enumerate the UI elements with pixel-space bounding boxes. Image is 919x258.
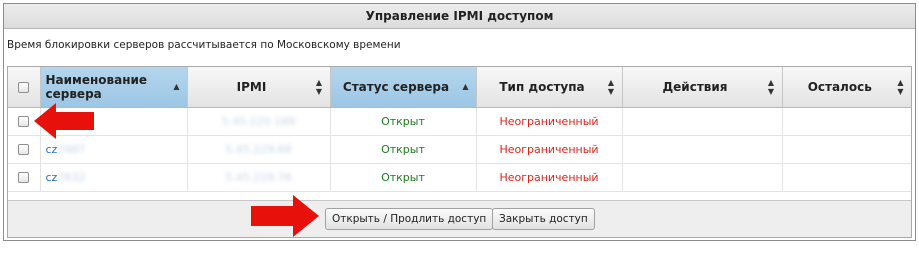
- column-header-ipmi[interactable]: IPMI ▲▼: [187, 67, 331, 108]
- server-name-cell[interactable]: cz7832: [40, 163, 188, 192]
- sort-icon: ▲▼: [766, 77, 776, 96]
- sort-asc-icon: ▲: [462, 81, 469, 91]
- select-all-checkbox[interactable]: [18, 81, 30, 93]
- column-header-server-name[interactable]: Наименование сервера ▲: [40, 67, 188, 108]
- server-name-cell[interactable]: cz7487: [40, 135, 188, 164]
- table-footer: Открыть / Продлить доступ Закрыть доступ: [8, 200, 911, 237]
- remaining-cell: [782, 135, 911, 164]
- sort-icon: ▲▼: [606, 77, 616, 96]
- access-type-cell: Неограниченный: [476, 135, 623, 164]
- table-row[interactable]: cz7487 5.45.229.68 Открыт Неограниченный: [8, 135, 911, 164]
- row-checkbox[interactable]: [18, 172, 30, 183]
- sort-icon: ▲▼: [896, 77, 905, 96]
- row-checkbox[interactable]: [18, 116, 30, 127]
- panel-title: Управление IPMI доступом: [4, 4, 915, 29]
- sort-icon: ▲▼: [314, 77, 324, 96]
- status-cell: Открыт: [330, 107, 477, 136]
- status-cell: Открыт: [330, 163, 477, 192]
- access-type-cell: Неограниченный: [476, 107, 623, 136]
- arrow-left-icon: [34, 103, 94, 139]
- open-extend-access-button[interactable]: Открыть / Продлить доступ: [325, 208, 494, 230]
- table-row[interactable]: cz7832 5.45.229.76 Открыт Неограниченный: [8, 163, 911, 192]
- access-type-cell: Неограниченный: [476, 163, 623, 192]
- remaining-cell: [782, 107, 911, 136]
- column-header-actions[interactable]: Действия ▲▼: [622, 67, 783, 108]
- select-all-header[interactable]: [8, 67, 41, 108]
- servers-grid: Наименование сервера ▲ IPMI ▲▼ Статус се…: [7, 66, 912, 238]
- ipmi-cell: 5.45.229.68: [187, 135, 331, 164]
- actions-cell: [622, 135, 783, 164]
- ipmi-access-panel: Управление IPMI доступом Время блокировк…: [3, 3, 916, 241]
- timezone-note: Время блокировки серверов рассчитывается…: [7, 39, 401, 51]
- status-cell: Открыт: [330, 135, 477, 164]
- row-checkbox[interactable]: [18, 144, 30, 155]
- ipmi-cell: 5.45.229.76: [187, 163, 331, 192]
- header-row: Наименование сервера ▲ IPMI ▲▼ Статус се…: [8, 67, 911, 108]
- arrow-right-icon: [251, 195, 319, 237]
- actions-cell: [622, 107, 783, 136]
- sort-asc-icon: ▲: [173, 81, 180, 91]
- close-access-button[interactable]: Закрыть доступ: [492, 208, 595, 230]
- column-header-server-status[interactable]: Статус сервера ▲: [330, 67, 477, 108]
- remaining-cell: [782, 163, 911, 192]
- column-header-access-type[interactable]: Тип доступа ▲▼: [476, 67, 623, 108]
- servers-table: Наименование сервера ▲ IPMI ▲▼ Статус се…: [8, 67, 911, 192]
- actions-cell: [622, 163, 783, 192]
- table-row[interactable]: 5.45.225.169 Открыт Неограниченный: [8, 107, 911, 136]
- ipmi-cell: 5.45.225.169: [187, 107, 331, 136]
- column-header-remaining[interactable]: Осталось ▲▼: [782, 67, 911, 108]
